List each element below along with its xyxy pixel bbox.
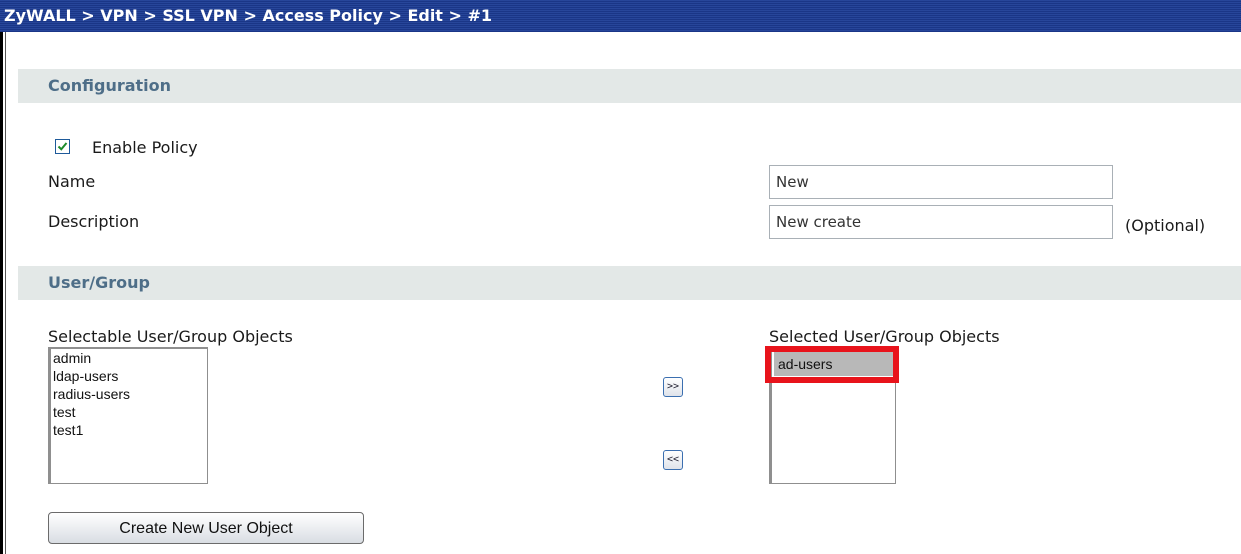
list-item[interactable]: test — [51, 403, 207, 421]
list-item[interactable]: test1 — [51, 421, 207, 439]
enable-policy-label: Enable Policy — [92, 138, 198, 157]
list-item[interactable]: admin — [51, 349, 207, 367]
section-header-user-group: User/Group — [18, 266, 1241, 300]
description-field[interactable] — [769, 205, 1113, 239]
name-field[interactable] — [769, 165, 1113, 199]
window-inner-border — [5, 32, 6, 554]
selected-objects-list[interactable]: ad-users — [769, 347, 896, 484]
selectable-objects-list[interactable]: admin ldap-users radius-users test test1 — [48, 347, 208, 484]
enable-policy-checkbox[interactable] — [55, 139, 70, 154]
description-label: Description — [48, 212, 140, 231]
remove-from-selected-button[interactable]: << — [663, 450, 683, 470]
section-header-configuration: Configuration — [18, 69, 1241, 103]
name-label: Name — [48, 172, 96, 191]
window-left-border — [0, 32, 3, 554]
selectable-objects-label: Selectable User/Group Objects — [48, 327, 293, 346]
add-to-selected-button[interactable]: >> — [663, 377, 683, 397]
checkmark-icon — [57, 142, 68, 151]
selected-objects-label: Selected User/Group Objects — [769, 327, 1000, 346]
list-item-selected[interactable]: ad-users — [774, 352, 893, 376]
list-item[interactable]: radius-users — [51, 385, 207, 403]
list-item[interactable]: ldap-users — [51, 367, 207, 385]
create-new-user-object-button[interactable]: Create New User Object — [48, 512, 364, 544]
optional-hint: (Optional) — [1125, 216, 1206, 235]
breadcrumb: ZyWALL > VPN > SSL VPN > Access Policy >… — [0, 0, 1241, 32]
